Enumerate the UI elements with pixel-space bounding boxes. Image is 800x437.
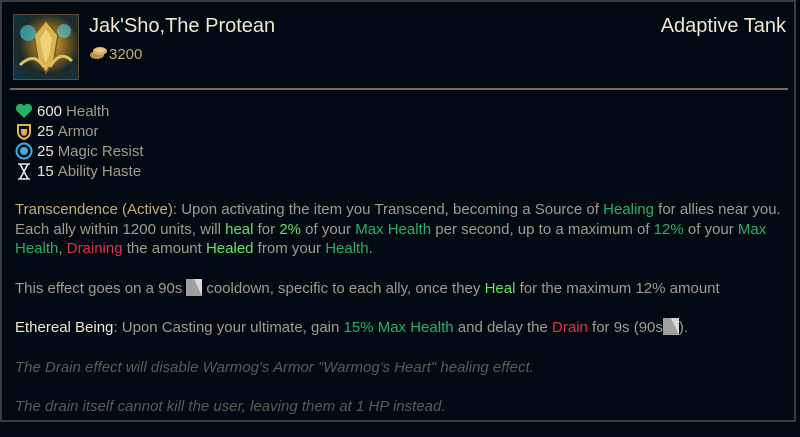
text: , bbox=[58, 240, 67, 257]
text: : Upon activating the item you Transcend… bbox=[172, 201, 604, 218]
stats-list: 600 Health 25 Armor 25 Magic Resist 15 A… bbox=[14, 101, 144, 181]
text: : Upon Casting your ultimate, gain bbox=[113, 319, 344, 336]
passive-name: Ethereal Being bbox=[15, 319, 114, 336]
text: for the maximum 12% amount bbox=[515, 279, 720, 297]
jaksho-item-icon bbox=[13, 14, 79, 80]
text: and delay the bbox=[453, 319, 553, 336]
text: . bbox=[368, 240, 373, 257]
stat-value: 600 bbox=[37, 102, 63, 120]
keyword-max-health: 15% Max Health bbox=[343, 319, 454, 336]
text: the amount bbox=[122, 240, 206, 257]
tooltip-header: Jak'Sho,The Protean Adaptive Tank 3200 bbox=[2, 2, 794, 90]
keyword-heal: heal bbox=[225, 220, 254, 238]
stat-label: Ability Haste bbox=[57, 162, 142, 180]
stat-label: Armor bbox=[57, 122, 99, 140]
stat-health: 600 Health bbox=[14, 101, 144, 121]
item-cost: 3200 bbox=[89, 44, 142, 65]
hourglass-icon bbox=[14, 162, 34, 180]
passive-transcendence: Transcendence (Active): Upon activating … bbox=[15, 200, 785, 259]
cooldown-note: This effect goes on a 90s cooldown, speci… bbox=[15, 278, 785, 299]
item-tag: Adaptive Tank bbox=[660, 15, 786, 37]
keyword-drain: Drain bbox=[552, 319, 588, 336]
gold-coins-icon bbox=[89, 44, 109, 65]
item-tooltip: Jak'Sho,The Protean Adaptive Tank 3200 6… bbox=[0, 0, 796, 422]
text: per second, up to a maximum of bbox=[431, 220, 654, 238]
keyword-pct: 12% bbox=[653, 220, 684, 238]
cooldown-icon bbox=[186, 278, 203, 296]
cost-value: 3200 bbox=[109, 46, 143, 63]
stat-label: Health bbox=[66, 102, 110, 120]
stat-value: 25 bbox=[37, 122, 54, 140]
item-name: Jak'Sho,The Protean bbox=[89, 15, 276, 37]
keyword-healing: Healing bbox=[603, 201, 654, 218]
text: ). bbox=[678, 319, 689, 336]
text: of your bbox=[683, 220, 738, 238]
magic-resist-icon bbox=[14, 142, 34, 160]
text: for 9s (90s bbox=[587, 319, 663, 336]
text: of your bbox=[301, 220, 356, 238]
passive-name: Transcendence (Active) bbox=[15, 201, 173, 218]
keyword-pct: 2% bbox=[279, 220, 301, 238]
note-drain: The drain itself cannot kill the user, l… bbox=[15, 398, 446, 415]
text: This effect goes on a 90s bbox=[15, 279, 183, 297]
keyword-max-health: Max Health bbox=[355, 220, 432, 238]
text: cooldown, specific to each ally, once th… bbox=[206, 279, 485, 297]
stat-ability-haste: 15 Ability Haste bbox=[14, 161, 144, 181]
stat-value: 15 bbox=[37, 162, 54, 180]
keyword-health: Health bbox=[325, 240, 369, 257]
cooldown-icon bbox=[662, 318, 679, 335]
stat-armor: 25 Armor bbox=[14, 121, 144, 141]
passive-ethereal-being: Ethereal Being: Upon Casting your ultima… bbox=[15, 318, 785, 338]
heart-icon bbox=[14, 102, 34, 120]
header-divider bbox=[10, 88, 788, 90]
item-description: Transcendence (Active): Upon activating … bbox=[15, 200, 785, 437]
keyword-heal: Heal bbox=[484, 279, 516, 297]
keyword-draining: Draining bbox=[66, 240, 123, 257]
armor-icon bbox=[14, 122, 34, 140]
stat-value: 25 bbox=[37, 142, 54, 160]
stat-label: Magic Resist bbox=[57, 142, 144, 160]
text: from your bbox=[253, 240, 326, 257]
stat-magic-resist: 25 Magic Resist bbox=[14, 141, 144, 161]
text: for bbox=[253, 220, 280, 238]
note-warmog: The Drain effect will disable Warmog's A… bbox=[15, 358, 534, 376]
keyword-healed: Healed bbox=[205, 240, 254, 257]
